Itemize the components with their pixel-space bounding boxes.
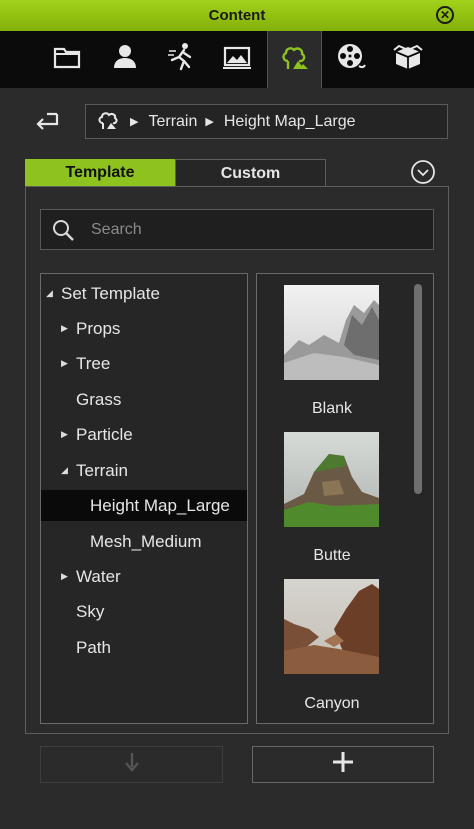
tab-terrain-props[interactable] [267,31,322,88]
scene-icon [221,41,253,78]
tree-item-label: Terrain [76,461,128,480]
tab-custom[interactable]: Custom [175,159,326,187]
tree-item-label: Water [76,567,121,586]
tree-item-terrain[interactable]: ◢ Terrain [41,455,247,486]
thumbnail-canyon[interactable] [284,579,379,674]
tree-item-label: Sky [76,602,105,621]
motion-icon [165,41,197,78]
search-icon [51,218,75,242]
tree-item-sky[interactable]: Sky [41,596,247,627]
tree-item-label: Tree [76,354,111,373]
back-arrow-icon [33,110,61,135]
thumbnail-label: Butte [313,547,351,564]
breadcrumb-home-icon[interactable] [96,107,122,136]
scrollbar-thumb[interactable] [414,284,422,494]
tree-item-label: Mesh_Medium [90,532,202,551]
terrain-props-icon [279,41,311,78]
tab-template[interactable]: Template [25,159,175,186]
breadcrumb-item[interactable]: Terrain [148,113,197,131]
tree-item-label: Set Template [61,284,160,303]
thumbnail-butte[interactable] [284,432,379,527]
thumbnail-label: Canyon [304,695,360,712]
package-icon [392,41,424,78]
tree-item-label: Path [76,638,111,657]
tree-item-mesh-medium[interactable]: Mesh_Medium [41,526,247,557]
breadcrumb-item[interactable]: Height Map_Large [224,113,356,131]
tab-character[interactable] [98,31,151,88]
tab-folder[interactable] [40,31,93,88]
options-dropdown-button[interactable] [410,159,436,185]
download-button[interactable] [40,746,223,783]
tree-item-particle[interactable]: ▶ Particle [41,419,247,450]
tree-collapsed-arrow-icon[interactable]: ▶ [61,419,68,450]
plus-icon [332,751,354,778]
tree-collapsed-arrow-icon[interactable]: ▶ [61,561,68,592]
tab-media[interactable] [324,31,377,88]
tree-item-path[interactable]: Path [41,632,247,663]
tree-item-water[interactable]: ▶ Water [41,561,247,592]
window-title-bar: Content [0,0,474,31]
tree-item-label: Height Map_Large [90,496,230,515]
thumbnail-blank[interactable] [284,285,379,380]
film-reel-icon [335,41,367,78]
person-icon [109,41,141,78]
tree-item-height-map-large[interactable]: Height Map_Large [41,490,247,521]
tree-item-label: Particle [76,425,133,444]
tree-collapsed-arrow-icon[interactable]: ▶ [61,313,68,344]
terrain-preview-image [284,579,379,674]
tree-expanded-arrow-icon[interactable]: ◢ [61,455,68,486]
thumbnail-label: Blank [311,400,353,417]
tree-item-props[interactable]: ▶ Props [41,313,247,344]
terrain-preview-image [284,432,379,527]
close-icon[interactable]: ✕ [436,6,454,24]
download-arrow-icon [123,751,141,778]
breadcrumb: ▶ Terrain ▶ Height Map_Large [85,104,448,139]
window-title: Content [208,7,266,24]
thumbnail-grid: Blank Butte Canyon [256,273,434,724]
search-input[interactable] [89,219,413,240]
breadcrumb-separator-icon: ▶ [130,116,139,128]
tree-item-label: Props [76,319,121,338]
back-button[interactable] [30,108,64,136]
tree-item-set-template[interactable]: ◢ Set Template [41,278,247,309]
tree-item-label: Grass [76,390,122,409]
tab-package[interactable] [381,31,434,88]
folder-icon [51,41,83,78]
add-button[interactable] [252,746,434,783]
tree-collapsed-arrow-icon[interactable]: ▶ [61,348,68,379]
category-tab-strip [0,31,474,88]
tab-motion[interactable] [154,31,207,88]
terrain-preview-image [284,285,379,380]
search-box[interactable] [40,209,434,250]
breadcrumb-separator-icon: ▶ [205,116,214,128]
tree-item-tree[interactable]: ▶ Tree [41,348,247,379]
tree-item-grass[interactable]: Grass [41,384,247,415]
tab-scene[interactable] [210,31,263,88]
template-tree: ◢ Set Template ▶ Props ▶ Tree Grass ▶ Pa… [40,273,248,724]
tree-expanded-arrow-icon[interactable]: ◢ [46,278,53,309]
